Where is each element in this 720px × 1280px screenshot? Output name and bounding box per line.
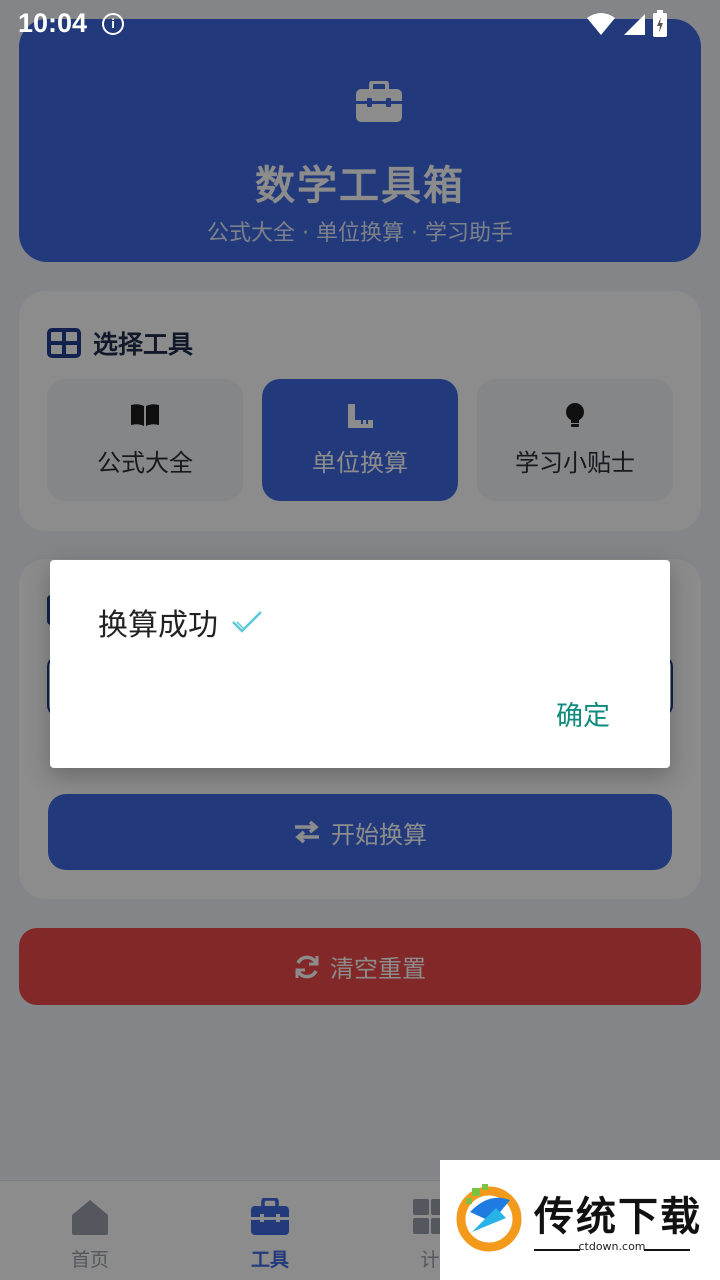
wifi-icon [587,13,615,35]
status-time: 10:04 [18,8,88,38]
watermark-url: ctdown.com [578,1240,646,1253]
dialog-ok-button[interactable]: 确定 [556,694,610,733]
signal-icon [624,14,645,35]
check-icon [232,611,262,633]
dialog-message: 换算成功 [98,608,218,643]
watermark-logo-icon [456,1184,522,1252]
status-icons [586,10,668,38]
watermark-name: 传统下载 [534,1194,702,1240]
watermark: 传统下载 ctdown.com [440,1160,720,1280]
info-icon: i [102,13,124,35]
status-bar: 10:04 i [0,0,720,48]
battery-icon [653,10,667,37]
watermark-line-right [644,1249,690,1251]
success-dialog: 换算成功 确定 [50,560,670,768]
dialog-message-row: 换算成功 [98,600,264,644]
